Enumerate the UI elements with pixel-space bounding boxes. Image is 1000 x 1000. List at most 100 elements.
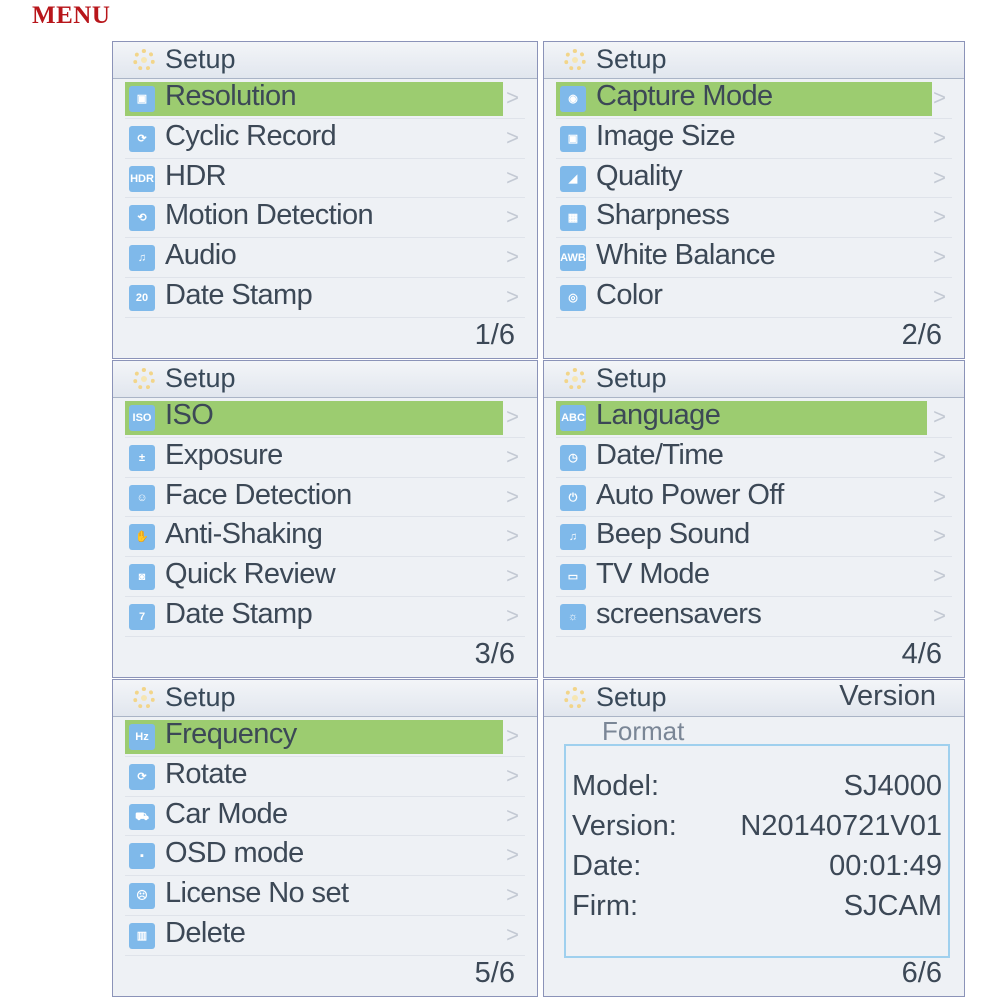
menu-item[interactable]: ⟳ Rotate > [125, 757, 525, 797]
menu-item[interactable]: ◎ Color > [556, 278, 952, 318]
gear-icon [133, 687, 155, 709]
menu-item[interactable]: ◢ Quality > [556, 159, 952, 199]
menu-item[interactable]: ▥ Delete > [125, 916, 525, 956]
iso-icon: ISO [129, 405, 155, 431]
menu-item-label: Beep Sound [596, 518, 750, 551]
chevron-right-icon: > [506, 404, 519, 429]
menu-item-label: Face Detection [165, 478, 352, 511]
menu-item[interactable]: ▣ Resolution > [125, 79, 525, 119]
model-label: Model: [572, 770, 660, 802]
version-info-panel: Model: SJ4000 Version: N20140721V01 Date: 00:… [564, 744, 950, 958]
chevron-right-icon: > [933, 204, 946, 230]
menu-item[interactable]: ISO ISO > [125, 398, 525, 438]
menu-item[interactable]: ▣ Image Size > [556, 119, 952, 159]
color-icon: ◎ [560, 284, 586, 311]
menu-item-label: Motion Detection [165, 199, 374, 232]
screen-header: Setup [544, 361, 964, 398]
hand-icon: ✋ [129, 524, 155, 551]
chevron-right-icon: > [506, 921, 519, 947]
menu-item-label: TV Mode [596, 558, 710, 591]
gear-icon [564, 687, 586, 709]
chevron-right-icon: > [506, 483, 519, 509]
page-indicator: 3/6 [474, 638, 515, 670]
page-indicator: 6/6 [901, 957, 942, 989]
setup-screen-4: Setup ABC Language > ◷ Date/Time > ⏻ Auto Power … [543, 360, 965, 678]
date-label: Date: [572, 850, 642, 882]
menu-list: ◉ Capture Mode > ▣ Image Size > ◢ Quality > ▦ Shar… [556, 79, 952, 318]
chevron-right-icon: > [933, 483, 946, 509]
chevron-right-icon: > [506, 842, 519, 868]
screen-header: Setup [113, 680, 537, 717]
chevron-right-icon: > [506, 563, 519, 589]
music-note-icon: ♫ [560, 524, 586, 551]
menu-item[interactable]: ☼ screensavers > [556, 597, 952, 637]
menu-list: ISO ISO > ± Exposure > ☺ Face Detection > ✋ Anti-S… [125, 398, 525, 637]
menu-item-label: HDR [165, 159, 227, 192]
menu-item[interactable]: 7 Date Stamp > [125, 597, 525, 637]
menu-item-label: Exposure [165, 438, 283, 471]
license-icon: ☹ [129, 883, 155, 910]
chevron-right-icon: > [506, 124, 519, 150]
screen-title: Setup [596, 682, 667, 712]
page-indicator: 4/6 [901, 638, 942, 670]
menu-item[interactable]: ⏻ Auto Power Off > [556, 478, 952, 518]
menu-item-label: License No set [165, 877, 349, 910]
quality-icon: ◢ [560, 165, 586, 192]
setup-screen-3: Setup ISO ISO > ± Exposure > ☺ Face Detection > ✋ A… [112, 360, 538, 678]
osd-icon: ▪ [129, 843, 155, 870]
menu-item[interactable]: ▦ Sharpness > [556, 198, 952, 239]
menu-item[interactable]: ◙ Quick Review > [125, 557, 525, 597]
chevron-right-icon: > [506, 762, 519, 788]
tv-icon: ▭ [560, 564, 586, 591]
menu-item[interactable]: HDR HDR > [125, 159, 525, 199]
menu-item[interactable]: ⟳ Cyclic Record > [125, 119, 525, 159]
resolution-icon: ▣ [129, 86, 155, 112]
clock-icon: ◷ [560, 444, 586, 471]
trash-icon: ▥ [129, 922, 155, 949]
motion-detection-icon: ⟲ [129, 205, 155, 232]
setup-screen-6: Setup Version Format Model: SJ4000 Version: N2… [543, 679, 965, 997]
setup-screen-5: Setup Hz Frequency > ⟳ Rotate > ⛟ Car Mode > ▪ OSD … [112, 679, 538, 997]
gear-icon [564, 368, 586, 390]
version-dialog-title: Version [839, 680, 936, 712]
menu-item[interactable]: ▪ OSD mode > [125, 836, 525, 877]
menu-item-label: Date/Time [596, 438, 724, 471]
menu-item[interactable]: ± Exposure > [125, 438, 525, 478]
menu-item[interactable]: ◉ Capture Mode > [556, 79, 952, 119]
setup-screen-1: Setup ▣ Resolution > ⟳ Cyclic Record > HDR HDR > ⟲… [112, 41, 538, 359]
version-label: Version: [572, 810, 677, 842]
menu-item-label: Quick Review [165, 558, 336, 591]
chevron-right-icon: > [933, 443, 946, 469]
menu-item[interactable]: ☺ Face Detection > [125, 478, 525, 518]
power-icon: ⏻ [560, 484, 586, 511]
chevron-right-icon: > [506, 882, 519, 908]
menu-item[interactable]: ▭ TV Mode > [556, 557, 952, 597]
chevron-right-icon: > [506, 523, 519, 549]
menu-item[interactable]: ✋ Anti-Shaking > [125, 517, 525, 558]
screen-title: Setup [165, 44, 236, 74]
menu-item-label: Anti-Shaking [165, 518, 323, 551]
menu-item[interactable]: ♫ Audio > [125, 238, 525, 278]
menu-item[interactable]: 20 Date Stamp > [125, 278, 525, 318]
menu-item-label: Frequency [165, 718, 297, 750]
menu-item[interactable]: ABC Language > [556, 398, 952, 438]
menu-item[interactable]: ◷ Date/Time > [556, 438, 952, 478]
menu-item[interactable]: Hz Frequency > [125, 717, 525, 757]
chevron-right-icon: > [506, 85, 519, 110]
camera-icon: ◉ [560, 86, 586, 112]
gear-icon [133, 49, 155, 71]
version-value: N20140721V01 [740, 810, 942, 842]
screen-title: Setup [596, 44, 667, 74]
menu-item[interactable]: ♫ Beep Sound > [556, 517, 952, 558]
chevron-right-icon: > [933, 523, 946, 549]
menu-item-label: Image Size [596, 119, 736, 152]
chevron-right-icon: > [933, 563, 946, 589]
car-icon: ⛟ [129, 803, 155, 830]
menu-item-format[interactable]: Format [602, 716, 684, 747]
menu-item[interactable]: ⟲ Motion Detection > [125, 198, 525, 239]
menu-item[interactable]: ⛟ Car Mode > [125, 797, 525, 837]
firm-label: Firm: [572, 890, 639, 922]
menu-item[interactable]: AWB White Balance > [556, 238, 952, 278]
chevron-right-icon: > [506, 244, 519, 270]
menu-item[interactable]: ☹ License No set > [125, 876, 525, 916]
